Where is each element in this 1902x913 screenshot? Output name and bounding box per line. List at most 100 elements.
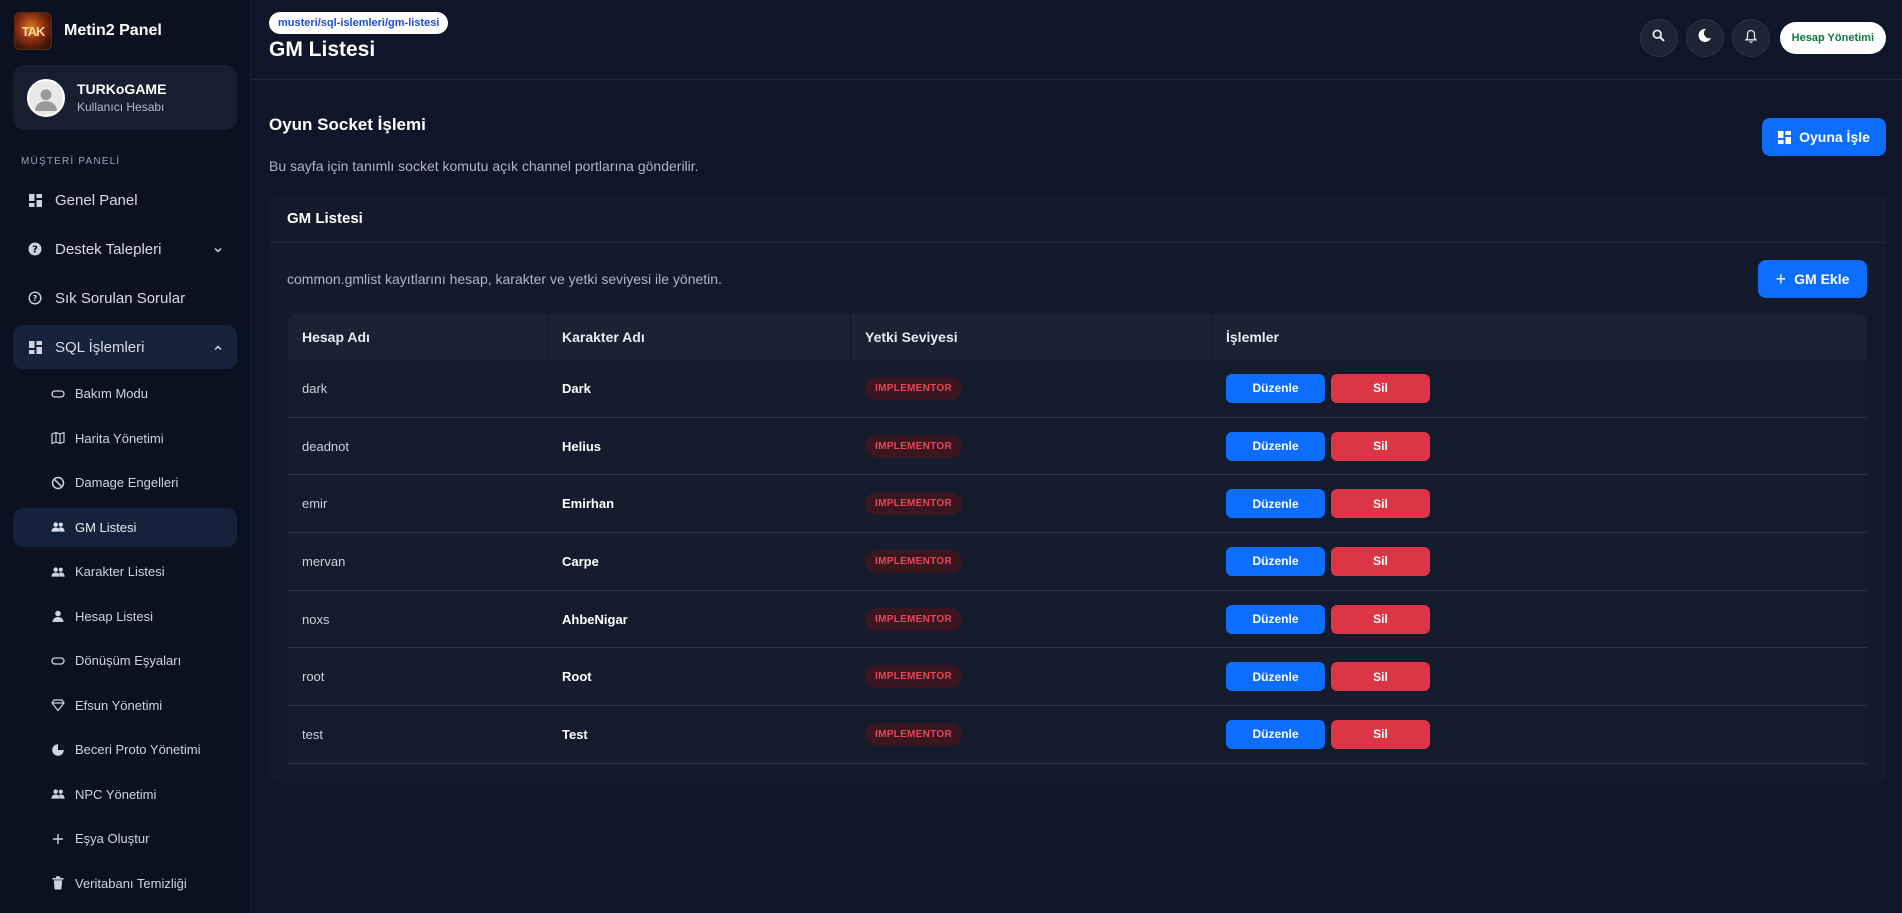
sidebar-subitem-label: Beceri Proto Yönetimi — [75, 742, 201, 757]
edit-button[interactable]: Düzenle — [1226, 546, 1325, 576]
socket-description: Bu sayfa için tanımlı socket komutu açık… — [269, 158, 699, 174]
account-name: noxs — [302, 611, 330, 627]
column-header-actions: İşlemler — [1226, 329, 1279, 345]
level-badge: IMPLEMENTOR — [865, 549, 963, 573]
table-row: mervan Carpe IMPLEMENTOR Düzenle Sil — [288, 533, 1867, 591]
sidebar-subitem-label: Harita Yönetimi — [75, 430, 164, 446]
edit-button[interactable]: Düzenle — [1226, 489, 1325, 519]
search-button[interactable] — [1639, 19, 1678, 57]
brand-name: Metin2 Panel — [64, 22, 162, 39]
topbar: musteri/sql-islemleri/gm-listesi GM List… — [252, 0, 1902, 80]
delete-button[interactable]: Sil — [1331, 662, 1430, 692]
actions-cell: Düzenle Sil — [1212, 489, 1867, 519]
breadcrumb[interactable]: musteri/sql-islemleri/gm-listesi — [269, 12, 449, 34]
brand[interactable]: TAK Metin2 Panel — [14, 11, 162, 51]
support-icon: ? — [27, 241, 43, 257]
user-card[interactable]: TURKoGAME Kullanıcı Hesabı — [13, 65, 237, 130]
sidebar-subitem-beceri-proto[interactable]: Beceri Proto Yönetimi — [13, 730, 237, 769]
moon-icon — [1697, 28, 1712, 48]
sidebar-item-genel-panel[interactable]: Genel Panel — [13, 178, 237, 222]
dashboard-icon — [27, 192, 43, 208]
sidebar-subitem-label: Karakter Listesi — [75, 564, 165, 579]
plus-icon — [51, 832, 65, 846]
svg-text:?: ? — [32, 245, 38, 256]
table-row: emir Emirhan IMPLEMENTOR Düzenle Sil — [288, 475, 1867, 534]
sidebar-subitem-hesap-listesi[interactable]: Hesap Listesi — [13, 597, 237, 636]
account-management-button[interactable]: Hesap Yönetimi — [1779, 22, 1886, 54]
dashboard-icon — [27, 339, 43, 355]
character-name: Dark — [562, 380, 591, 396]
sidebar-subitem-damage-engelleri[interactable]: Damage Engelleri — [13, 463, 237, 502]
sidebar-subitem-label: Damage Engelleri — [75, 475, 179, 490]
table-row: root Root IMPLEMENTOR Düzenle Sil — [288, 648, 1867, 707]
add-gm-button[interactable]: + GM Ekle — [1758, 260, 1867, 298]
toggle-icon — [51, 387, 65, 401]
delete-button[interactable]: Sil — [1331, 373, 1430, 403]
theme-toggle-button[interactable] — [1685, 19, 1724, 57]
sidebar-subitem-veritabani-temizligi[interactable]: Veritabanı Temizliği — [13, 864, 237, 903]
delete-button[interactable]: Sil — [1331, 546, 1430, 576]
sidebar-subitem-donusum-esyalari[interactable]: Dönüşüm Eşyaları — [13, 641, 237, 680]
chevron-down-icon — [213, 242, 223, 259]
sidebar: TAK Metin2 Panel TURKoGAME Kullanıcı Hes… — [0, 0, 251, 913]
actions-cell: Düzenle Sil — [1212, 719, 1867, 749]
sidebar-section-title: MÜŞTERİ PANELİ — [21, 156, 121, 167]
sidebar-nav: Genel Panel ? Destek Talepleri ? Sık Sor… — [13, 178, 237, 908]
sidebar-subitem-esya-olustur[interactable]: Eşya Oluştur — [13, 819, 237, 858]
sidebar-subitem-label: Efsun Yönetimi — [75, 697, 163, 713]
character-name: Test — [562, 726, 588, 742]
sidebar-item-destek-talepleri[interactable]: ? Destek Talepleri — [13, 227, 237, 271]
user-avatar-icon — [35, 88, 57, 111]
card-title: GM Listesi — [269, 195, 1886, 243]
sidebar-subitem-npc-yonetimi[interactable]: NPC Yönetimi — [13, 775, 237, 814]
table-row: noxs AhbeNigar IMPLEMENTOR Düzenle Sil — [288, 590, 1867, 649]
sidebar-item-sss[interactable]: ? Sık Sorulan Sorular — [13, 276, 237, 320]
table-row: deadnot Helius IMPLEMENTOR Düzenle Sil — [288, 417, 1867, 476]
sidebar-subitem-bakim-modu[interactable]: Bakım Modu — [13, 374, 237, 413]
sidebar-subitem-label: Hesap Listesi — [75, 608, 154, 624]
trash-icon — [51, 876, 65, 890]
sidebar-item-sql-islemleri[interactable]: SQL İşlemleri — [13, 325, 237, 369]
sidebar-subitem-efsun-yonetimi[interactable]: Efsun Yönetimi — [13, 686, 237, 725]
sidebar-item-label: Sık Sorulan Sorular — [55, 289, 186, 307]
help-icon: ? — [27, 290, 43, 306]
sidebar-subitem-harita-yonetimi[interactable]: Harita Yönetimi — [13, 419, 237, 458]
edit-button[interactable]: Düzenle — [1226, 604, 1325, 634]
add-gm-label: GM Ekle — [1794, 271, 1850, 287]
character-name: Carpe — [562, 553, 599, 569]
character-name: Root — [562, 669, 592, 685]
table-row: dark Dark IMPLEMENTOR Düzenle Sil — [288, 360, 1867, 418]
gm-table: Hesap Adı Karakter Adı Yetki Seviyesi İş… — [288, 314, 1867, 764]
edit-button[interactable]: Düzenle — [1226, 373, 1325, 403]
edit-button[interactable]: Düzenle — [1226, 662, 1325, 692]
character-name: Helius — [562, 438, 602, 454]
search-icon — [1652, 29, 1665, 47]
send-to-game-button[interactable]: Oyuna İşle — [1762, 118, 1886, 156]
sidebar-subitem-karakter-listesi[interactable]: Karakter Listesi — [13, 552, 237, 591]
sidebar-subitem-gm-listesi[interactable]: GM Listesi — [13, 507, 237, 547]
column-header-account: Hesap Adı — [288, 314, 548, 360]
level-cell: IMPLEMENTOR — [851, 722, 1212, 746]
level-cell: IMPLEMENTOR — [851, 492, 1212, 516]
delete-button[interactable]: Sil — [1331, 489, 1430, 519]
delete-button[interactable]: Sil — [1331, 719, 1430, 749]
edit-button[interactable]: Düzenle — [1226, 719, 1325, 749]
users-icon — [51, 565, 65, 579]
delete-button[interactable]: Sil — [1331, 431, 1430, 461]
delete-button[interactable]: Sil — [1331, 604, 1430, 634]
level-cell: IMPLEMENTOR — [851, 665, 1212, 689]
column-header-level: Yetki Seviyesi — [851, 314, 1212, 360]
avatar — [27, 78, 65, 117]
users-icon — [51, 520, 65, 534]
sql-submenu: Bakım Modu Harita Yönetimi Damage Engell… — [13, 374, 237, 903]
actions-cell: Düzenle Sil — [1212, 604, 1867, 634]
level-badge: IMPLEMENTOR — [865, 434, 963, 458]
actions-cell: Düzenle Sil — [1212, 662, 1867, 692]
notifications-button[interactable] — [1731, 19, 1770, 57]
card-description: common.gmlist kayıtlarını hesap, karakte… — [287, 271, 722, 287]
users-icon — [51, 787, 65, 801]
user-role: Kullanıcı Hesabı — [77, 100, 165, 114]
edit-button[interactable]: Düzenle — [1226, 431, 1325, 461]
level-badge: IMPLEMENTOR — [865, 492, 963, 516]
actions-cell: Düzenle Sil — [1212, 431, 1867, 461]
